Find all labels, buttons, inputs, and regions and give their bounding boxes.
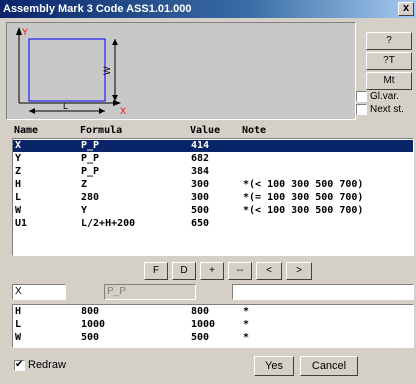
name-field[interactable]: X <box>12 284 66 300</box>
cell-name: H <box>15 179 22 190</box>
part-outline <box>28 38 106 102</box>
cell-value: 414 <box>191 140 210 151</box>
axis-x-label: X <box>120 106 126 116</box>
cell-value: 300 <box>191 179 210 190</box>
cell-note: * <box>243 306 250 317</box>
global-var-box[interactable] <box>356 91 367 102</box>
cell-value: 500 <box>191 332 210 343</box>
cell-formula: Y <box>81 205 88 216</box>
window-title: Assembly Mark 3 Code ASS1.01.000 <box>3 3 192 15</box>
global-var-checkbox[interactable]: Gl.var. <box>356 91 399 102</box>
title-bar: Assembly Mark 3 Code ASS1.01.000 x <box>0 0 416 18</box>
cell-formula: L/2+H+200 <box>81 218 136 229</box>
cell-name: L <box>15 192 22 203</box>
parameter-table[interactable]: X P_P 414 Y P_P 682 Z P_P 384 H Z 300 *(… <box>12 138 414 256</box>
cell-value: 384 <box>191 166 210 177</box>
cell-name: W <box>15 205 22 216</box>
delete-button[interactable]: D <box>172 262 196 280</box>
prev-button[interactable]: < <box>256 262 282 280</box>
remove-button[interactable]: -- <box>228 262 252 280</box>
cell-value: 1000 <box>191 319 216 330</box>
cell-formula: 500 <box>81 332 100 343</box>
cell-formula: 280 <box>81 192 100 203</box>
table-row[interactable]: H Z 300 *(< 100 300 500 700) <box>13 179 413 191</box>
redraw-label: Redraw <box>28 359 66 371</box>
mt-button[interactable]: Mt <box>366 72 412 90</box>
cell-name: W <box>15 332 22 343</box>
cell-note: * <box>243 319 250 330</box>
cell-note: *(< 100 300 500 700) <box>243 205 364 216</box>
preview-drawing: Y X W L <box>16 27 126 116</box>
cell-formula: 800 <box>81 306 100 317</box>
table-row[interactable]: Z P_P 384 <box>13 166 413 178</box>
col-value: Value <box>190 125 221 136</box>
cell-value: 800 <box>191 306 210 317</box>
cell-value: 300 <box>191 192 210 203</box>
cell-name: L <box>15 319 22 330</box>
next-step-box[interactable] <box>356 104 367 115</box>
preview-panel: Y X W L <box>6 22 356 120</box>
cell-name: Y <box>15 153 22 164</box>
col-note: Note <box>242 125 267 136</box>
cell-name: U1 <box>15 218 28 229</box>
table-row[interactable]: X P_P 414 <box>13 140 413 152</box>
add-button[interactable]: + <box>200 262 224 280</box>
table-row[interactable]: L 1000 1000 * <box>13 319 413 331</box>
cancel-button[interactable]: Cancel <box>300 356 358 376</box>
col-formula: Formula <box>80 125 123 136</box>
cell-note: * <box>243 332 250 343</box>
axis-y-label: Y <box>22 27 28 37</box>
help-t-button[interactable]: ?T <box>366 52 412 70</box>
secondary-table[interactable]: H 800 800 * L 1000 1000 * W 500 500 * <box>12 304 414 348</box>
cell-value: 650 <box>191 218 210 229</box>
note-field[interactable] <box>232 284 414 300</box>
cell-formula: Z <box>81 179 88 190</box>
col-name: Name <box>14 125 39 136</box>
cell-note: *(< 100 300 500 700) <box>243 179 364 190</box>
cell-formula: P_P <box>81 166 100 177</box>
formula-field[interactable]: P_P <box>104 284 196 300</box>
table-row[interactable]: L 280 300 *(= 100 300 500 700) <box>13 192 413 204</box>
cell-formula: 1000 <box>81 319 106 330</box>
cell-formula: P_P <box>81 140 100 151</box>
cell-value: 682 <box>191 153 210 164</box>
cell-value: 500 <box>191 205 210 216</box>
cell-note: *(= 100 300 500 700) <box>243 192 364 203</box>
table-row[interactable]: H 800 800 * <box>13 306 413 318</box>
dim-l-label: L <box>63 101 68 111</box>
formula-button[interactable]: F <box>144 262 168 280</box>
cell-formula: P_P <box>81 153 100 164</box>
table-row[interactable]: W 500 500 * <box>13 332 413 344</box>
redraw-checkbox[interactable]: Redraw <box>14 359 66 371</box>
yes-button[interactable]: Yes <box>254 356 294 376</box>
next-button[interactable]: > <box>286 262 312 280</box>
next-step-label: Next st. <box>370 104 404 115</box>
next-step-checkbox[interactable]: Next st. <box>356 104 404 115</box>
help-button[interactable]: ? <box>366 32 412 50</box>
table-header: Name Formula Value Note <box>14 124 412 138</box>
cell-name: H <box>15 306 22 317</box>
global-var-label: Gl.var. <box>370 91 399 102</box>
cell-name: Z <box>15 166 22 177</box>
redraw-box[interactable] <box>14 359 25 371</box>
table-row[interactable]: W Y 500 *(< 100 300 500 700) <box>13 205 413 217</box>
table-row[interactable]: U1 L/2+H+200 650 <box>13 218 413 230</box>
close-button[interactable]: x <box>398 2 414 16</box>
table-row[interactable]: Y P_P 682 <box>13 153 413 165</box>
dim-w-label: W <box>102 66 112 75</box>
cell-name: X <box>15 140 22 151</box>
